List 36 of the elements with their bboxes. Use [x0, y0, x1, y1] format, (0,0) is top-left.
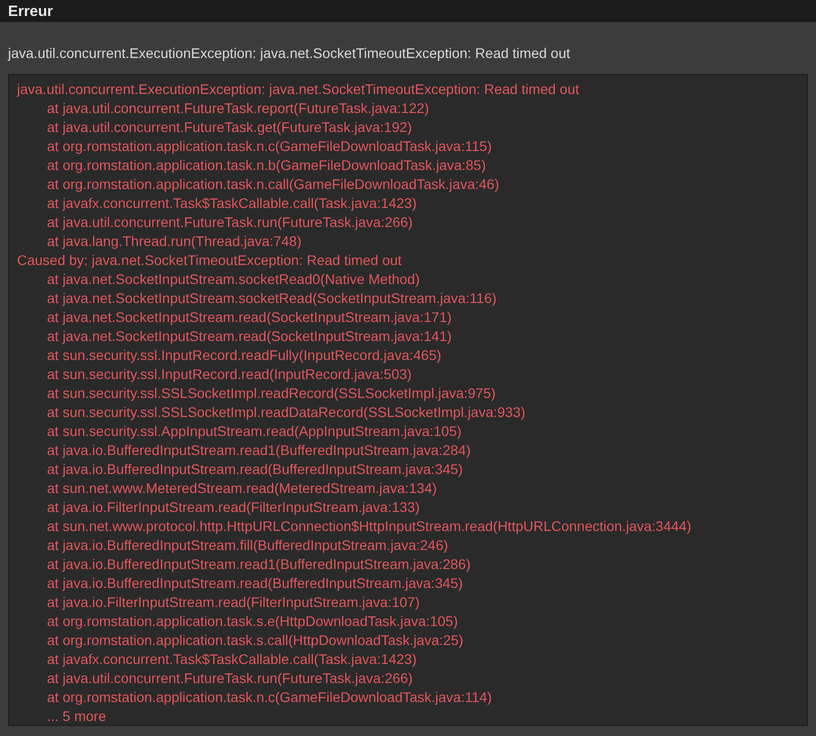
stack-trace-line: at org.romstation.application.task.n.c(GameFileDownloadTask.java:114) — [46, 688, 492, 707]
stack-trace-line: at java.io.BufferedInputStream.read(BufferedInputStream.java:345) — [46, 460, 463, 479]
stack-trace-line: at java.lang.Thread.run(Thread.java:748) — [46, 232, 302, 251]
stack-trace-line: at javafx.concurrent.Task$TaskCallable.call(Task.java:1423) — [46, 194, 417, 213]
stack-trace-line: at sun.security.ssl.SSLSocketImpl.readRecord(SSLSocketImpl.java:975) — [46, 384, 496, 403]
stack-trace-line: at sun.security.ssl.InputRecord.readFully(InputRecord.java:465) — [46, 346, 442, 365]
stack-trace-line: at sun.net.www.MeteredStream.read(MeteredStream.java:134) — [46, 479, 437, 498]
stack-trace-line: at java.net.SocketInputStream.socketRead0(Native Method) — [46, 270, 420, 289]
stack-trace-line: at org.romstation.application.task.n.c(GameFileDownloadTask.java:115) — [46, 137, 492, 156]
stack-trace-line: at javafx.concurrent.Task$TaskCallable.call(Task.java:1423) — [46, 650, 417, 669]
error-message: java.util.concurrent.ExecutionException: java.net.SocketTimeoutException: Read timed out — [8, 44, 572, 62]
stack-trace-line: at org.romstation.application.task.n.call(GameFileDownloadTask.java:46) — [46, 175, 500, 194]
stack-trace-line: at java.io.BufferedInputStream.read(BufferedInputStream.java:345) — [46, 574, 463, 593]
stack-trace-line: at java.util.concurrent.FutureTask.get(FutureTask.java:192) — [46, 118, 412, 137]
stack-trace-line: at java.io.BufferedInputStream.fill(BufferedInputStream.java:246) — [46, 536, 448, 555]
stack-trace-line: at java.net.SocketInputStream.read(SocketInputStream.java:171) — [46, 308, 452, 327]
stack-trace-line: Caused by: java.net.SocketTimeoutException: Read timed out — [17, 251, 402, 270]
stack-trace-line: at java.io.FilterInputStream.read(FilterInputStream.java:133) — [46, 498, 420, 517]
stack-trace-line: at sun.security.ssl.AppInputStream.read(AppInputStream.java:105) — [46, 422, 462, 441]
stack-trace-line: at java.io.BufferedInputStream.read1(BufferedInputStream.java:286) — [46, 555, 471, 574]
stack-trace-line: at java.net.SocketInputStream.read(SocketInputStream.java:141) — [46, 327, 452, 346]
stack-trace-line: at sun.net.www.protocol.http.HttpURLConnection$HttpInputStream.read(HttpURLConnection.java:3444) — [46, 517, 692, 536]
stack-trace-line: ... 5 more — [46, 707, 106, 726]
stack-trace-line: java.util.concurrent.ExecutionException: java.net.SocketTimeoutException: Read timed out — [17, 80, 580, 99]
stack-trace-line: at org.romstation.application.task.n.b(GameFileDownloadTask.java:85) — [46, 156, 486, 175]
stack-trace-line: at sun.security.ssl.InputRecord.read(InputRecord.java:503) — [46, 365, 412, 384]
window-title: Erreur — [8, 2, 54, 22]
stack-trace-line: at java.net.SocketInputStream.socketRead(SocketInputStream.java:116) — [46, 289, 497, 308]
stack-trace-line: at java.util.concurrent.FutureTask.report(FutureTask.java:122) — [46, 99, 430, 118]
stack-trace-line: at org.romstation.application.task.s.e(HttpDownloadTask.java:105) — [46, 612, 458, 631]
stack-trace-line: at java.io.BufferedInputStream.read1(BufferedInputStream.java:284) — [46, 441, 471, 460]
stack-trace-line: at java.util.concurrent.FutureTask.run(FutureTask.java:266) — [46, 669, 413, 688]
stack-trace-line: at org.romstation.application.task.s.call(HttpDownloadTask.java:25) — [46, 631, 464, 650]
stack-trace-line: at java.io.FilterInputStream.read(FilterInputStream.java:107) — [46, 593, 420, 612]
stack-trace-line: at java.util.concurrent.FutureTask.run(FutureTask.java:266) — [46, 213, 413, 232]
stack-trace-line: at sun.security.ssl.SSLSocketImpl.readDataRecord(SSLSocketImpl.java:933) — [46, 403, 526, 422]
